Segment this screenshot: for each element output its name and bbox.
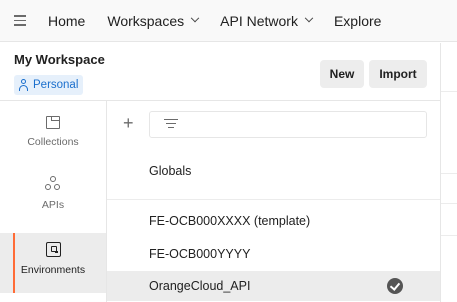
nav-explore[interactable]: Explore xyxy=(334,13,381,29)
list-item[interactable]: OrangeCloud_API xyxy=(107,271,440,301)
new-button[interactable]: New xyxy=(320,60,364,88)
apis-icon xyxy=(45,176,61,192)
visibility-badge[interactable]: Personal xyxy=(14,75,84,95)
top-nav-bar: Home Workspaces API Network Explore xyxy=(0,0,457,42)
nav-home-label: Home xyxy=(48,12,86,29)
environments-list: Globals FE-OCB000XXXX (template) FE-OCB0… xyxy=(107,145,440,302)
sidebar: Collections APIs Environments xyxy=(0,101,107,302)
active-check-icon[interactable] xyxy=(387,278,403,294)
environment-name: FE-OCB000XXXX (template) xyxy=(149,214,311,228)
add-icon[interactable]: + xyxy=(123,114,134,132)
list-item[interactable]: FE-OCB000YYYY xyxy=(107,239,440,269)
chevron-down-icon xyxy=(304,13,314,22)
sidebar-item-environments[interactable]: Environments xyxy=(0,233,106,293)
collections-icon xyxy=(46,116,60,129)
right-panel-edge xyxy=(440,43,457,302)
sidebar-item-collections[interactable]: Collections xyxy=(0,107,106,167)
person-icon xyxy=(18,79,29,91)
visibility-label: Personal xyxy=(33,79,79,91)
nav-explore-label: Explore xyxy=(333,12,382,29)
nav-api-network[interactable]: API Network xyxy=(220,12,314,29)
environment-name: FE-OCB000YYYY xyxy=(149,247,251,261)
filter-input[interactable] xyxy=(149,111,427,138)
divider xyxy=(107,199,440,200)
environments-toolbar: + xyxy=(107,101,440,145)
nav-home[interactable]: Home xyxy=(48,13,85,29)
nav-api-network-label: API Network xyxy=(220,12,298,29)
globals-label: Globals xyxy=(149,164,192,178)
sidebar-item-label: Collections xyxy=(27,136,79,148)
filter-icon xyxy=(164,119,178,131)
nav-workspaces[interactable]: Workspaces xyxy=(107,12,200,29)
workspace-name[interactable]: My Workspace xyxy=(14,52,105,67)
sidebar-item-label: Environments xyxy=(20,264,86,276)
sidebar-item-apis[interactable]: APIs xyxy=(0,167,106,227)
chevron-down-icon xyxy=(190,13,200,22)
environments-icon xyxy=(45,242,61,257)
menu-icon[interactable] xyxy=(0,15,28,26)
list-item[interactable]: FE-OCB000XXXX (template) xyxy=(107,206,440,236)
import-button[interactable]: Import xyxy=(369,60,427,88)
sidebar-item-label: APIs xyxy=(41,199,65,211)
nav-workspaces-label: Workspaces xyxy=(107,12,185,29)
environment-name: OrangeCloud_API xyxy=(149,279,251,293)
globals-item[interactable]: Globals xyxy=(107,156,440,186)
